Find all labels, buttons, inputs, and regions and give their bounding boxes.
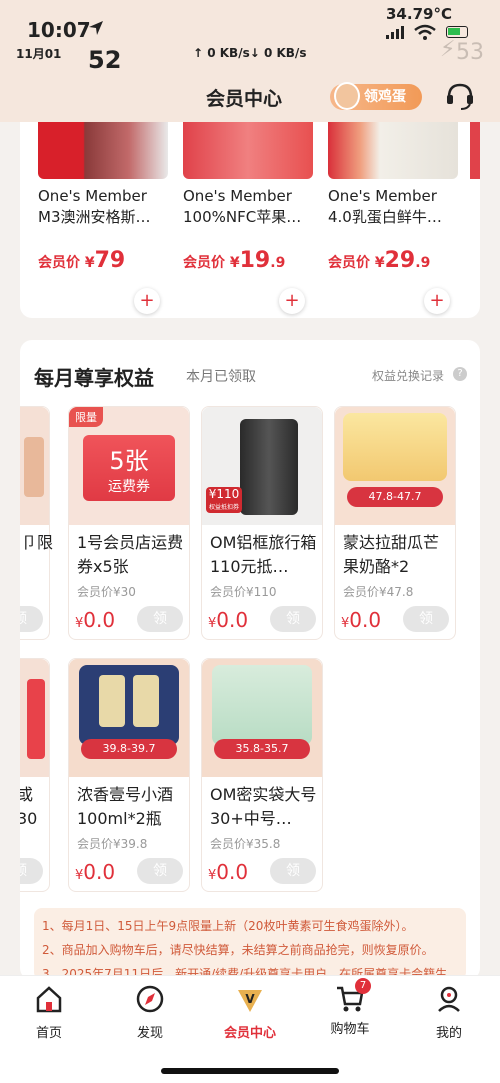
add-to-cart-button[interactable]: + (424, 288, 450, 314)
top-header: 10:07 11月01 52 ↑ 0 KB/s↓ 0 KB/s 34.79°C … (0, 0, 500, 122)
status-time: 10:07 (27, 18, 91, 42)
product-card[interactable]: One's Member 4.0乳蛋白鲜牛… 会员价 ¥29.9 (328, 122, 458, 273)
status-date: 11月01 (16, 47, 62, 61)
benefit-price: ¥0.0 (75, 860, 116, 884)
svg-text:V: V (245, 992, 255, 1006)
product-card[interactable]: One's Member M3澳洲安格斯… 会员价 ¥79 (38, 122, 168, 273)
claim-button[interactable]: 领 (137, 858, 183, 884)
section-title: 每月尊享权益 (34, 366, 154, 390)
benefit-name: 1号会员店运费券x5张 (77, 533, 184, 576)
claim-egg-button[interactable]: 领鸡蛋 (330, 82, 422, 110)
member-price: 会员价¥39.8 (77, 837, 148, 851)
benefit-name: 浓香壹号小酒100ml*2瓶 (77, 785, 174, 828)
wifi-icon (414, 24, 436, 40)
product-name-2: M3澳洲安格斯… (38, 208, 151, 226)
home-indicator (161, 1068, 339, 1074)
benefit-card[interactable]: 35.8-35.7 OM密实袋大号30+中号… 会员价¥35.8 ¥0.0 领 (201, 658, 323, 892)
network-speed: ↑ 0 KB/s↓ 0 KB/s (193, 46, 307, 60)
product-price: 会员价 ¥19.9 (183, 248, 286, 273)
benefit-card[interactable]: 39.8-39.7 浓香壹号小酒100ml*2瓶 会员价¥39.8 ¥0.0 领 (68, 658, 190, 892)
claim-button[interactable]: 领 (270, 606, 316, 632)
page-title: 会员中心 (206, 88, 283, 110)
benefit-card[interactable]: 47.8-47.7 蒙达拉甜瓜芒果奶酪*2 会员价¥47.8 ¥0.0 领 (334, 406, 456, 640)
note-line: 2、商品加入购物车后，请尽快结算，未结算之前商品抢完，则恢复原价。 (42, 943, 434, 957)
product-image (328, 122, 458, 179)
benefit-name: 蒙达拉甜瓜芒果奶酪*2 (343, 533, 440, 576)
profile-icon (438, 986, 460, 1012)
temperature: 34.79°C (386, 5, 452, 23)
monthly-benefits-section: 每月尊享权益 本月已领取 权益兑换记录 ? 卩限 领 或30券 领 5张 运费券… (20, 340, 480, 980)
bottom-nav: 首页 发现 V 会员中心 7 购物车 我的 (0, 975, 500, 1083)
cart-badge: 7 (355, 978, 371, 994)
product-carousel: One's Member M3澳洲安格斯… 会员价 ¥79 + One's Me… (20, 122, 480, 318)
signal-icon (386, 26, 404, 39)
egg-icon (334, 82, 360, 110)
charging-icon: ⚡ (440, 37, 456, 62)
member-price: 会员价¥47.8 (343, 585, 414, 599)
product-image (38, 122, 168, 179)
note-line: 1、每月1日、15日上午9点限量上新（20枚叶黄素可生食鸡蛋除外）。 (42, 919, 414, 933)
limited-tag: 限量 (69, 407, 103, 427)
benefit-card-partial[interactable]: 或30券 领 (20, 658, 50, 892)
home-icon (36, 986, 62, 1013)
help-icon[interactable]: ? (453, 367, 467, 381)
benefit-name: OM密实袋大号30+中号… (210, 785, 317, 828)
nav-home[interactable]: 首页 (14, 984, 84, 1041)
member-icon: V (238, 990, 262, 1012)
benefit-card[interactable]: ¥110 权益抵扣券 OM铝框旅行箱110元抵… 会员价¥110 ¥0.0 领 (201, 406, 323, 640)
benefit-name: OM铝框旅行箱110元抵… (210, 533, 317, 576)
benefit-card[interactable]: 5张 运费券 限量 1号会员店运费券x5张 会员价¥30 ¥0.0 领 (68, 406, 190, 640)
benefit-card-partial[interactable]: 卩限 领 (20, 406, 53, 640)
benefit-price: ¥0.0 (341, 608, 382, 632)
claim-button[interactable]: 领 (403, 606, 449, 632)
customer-service-icon[interactable] (444, 80, 476, 112)
product-name: One's Member (328, 187, 437, 205)
add-to-cart-button[interactable]: + (134, 288, 160, 314)
status-number: 52 (88, 46, 122, 74)
location-arrow-icon (89, 21, 103, 35)
add-to-cart-button[interactable]: + (279, 288, 305, 314)
battery-level: 53 (456, 40, 484, 65)
product-name-2: 4.0乳蛋白鲜牛… (328, 208, 442, 226)
benefit-image: 35.8-35.7 (202, 659, 322, 777)
benefit-price: ¥0.0 (75, 608, 116, 632)
nav-discover[interactable]: 发现 (115, 984, 185, 1041)
benefit-image: ¥110 权益抵扣券 (202, 407, 322, 525)
product-price: 会员价 ¥29.9 (328, 248, 431, 273)
benefit-price: ¥0.0 (208, 608, 249, 632)
member-price: 会员价¥30 (77, 585, 136, 599)
product-image-partial (470, 122, 480, 179)
product-image (183, 122, 313, 179)
nav-cart[interactable]: 7 购物车 (315, 978, 385, 1037)
benefit-price: ¥0.0 (208, 860, 249, 884)
product-price: 会员价 ¥79 (38, 248, 126, 273)
discover-icon (136, 985, 164, 1013)
product-name-2: 100%NFC苹果… (183, 208, 302, 226)
benefit-image: 39.8-39.7 (69, 659, 189, 777)
benefit-image: 47.8-47.7 (335, 407, 455, 525)
section-subtitle: 本月已领取 (186, 369, 256, 385)
member-price: 会员价¥110 (210, 585, 277, 599)
product-name: One's Member (38, 187, 147, 205)
product-card[interactable]: One's Member 100%NFC苹果… 会员价 ¥19.9 (183, 122, 313, 273)
nav-profile[interactable]: 我的 (414, 984, 484, 1041)
nav-member-center[interactable]: V 会员中心 (215, 984, 285, 1041)
rules-notes: 1、每月1日、15日上午9点限量上新（20枚叶黄素可生食鸡蛋除外）。 2、商品加… (34, 908, 466, 980)
claim-button[interactable]: 领 (270, 858, 316, 884)
claim-button[interactable]: 领 (137, 606, 183, 632)
exchange-records-link[interactable]: 权益兑换记录 (372, 367, 444, 384)
product-name: One's Member (183, 187, 292, 205)
member-price: 会员价¥35.8 (210, 837, 281, 851)
